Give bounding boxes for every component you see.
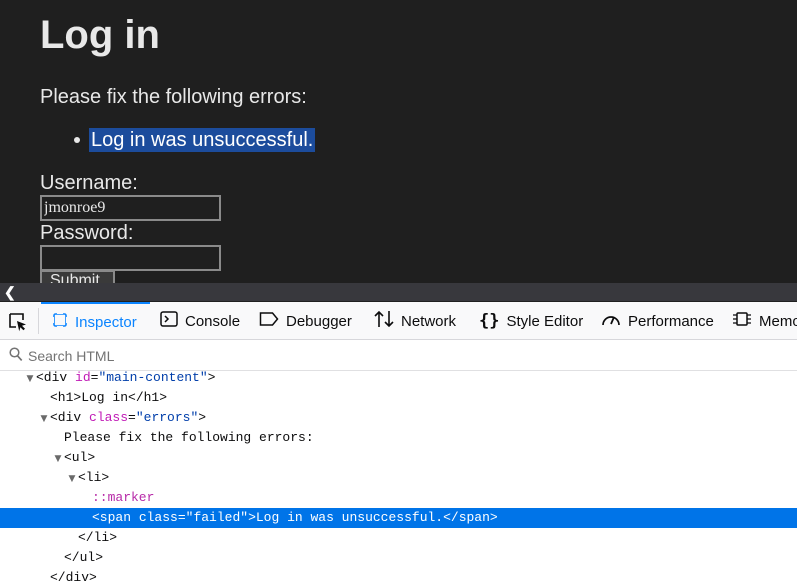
tab-network[interactable]: Network [374,302,456,340]
error-intro-text: Please fix the following errors: [40,86,307,108]
tab-label: Inspector [75,313,137,331]
submit-button[interactable]: Submit [40,270,115,283]
expand-toggle-icon[interactable]: ▼ [38,409,50,429]
style-editor-icon: {} [479,311,500,331]
markup-node-row[interactable]: </ul> [0,548,797,568]
toolbar-separator [38,308,39,334]
tab-memory[interactable]: Memo [732,302,797,340]
expand-toggle-icon[interactable]: ▼ [66,469,78,489]
markup-node-text: </div> [50,570,97,585]
markup-node-text: <span class="failed">Log in was unsucces… [92,510,498,525]
console-icon [160,311,178,331]
markup-node-row[interactable]: ▼ <ul> [0,448,797,468]
tab-label: Debugger [286,312,352,330]
markup-node-row[interactable]: ::marker [0,488,797,508]
tab-label: Console [185,312,241,330]
markup-node-row[interactable]: ▼ <li> [0,468,797,488]
search-html-bar [0,340,797,371]
search-icon [9,347,23,367]
markup-view: ▼ <div id="main-content"> <h1>Log in</h1> ▼… [0,371,797,588]
password-label: Password: [40,222,134,244]
markup-node-row[interactable]: </div> [0,568,797,588]
markup-node-text: <div id="main-content"> [36,371,216,385]
tab-label: Style Editor [506,312,584,330]
username-label: Username: [40,172,138,194]
markup-node-row[interactable]: Please fix the following errors: [0,428,797,448]
page-title: Log in [40,13,160,57]
error-message: Log in was unsuccessful. [89,128,316,152]
password-input[interactable] [40,245,221,271]
inspector-icon [52,312,68,332]
expand-toggle-icon[interactable]: ▼ [52,449,64,469]
search-html-input[interactable] [28,346,768,366]
list-bullet [74,137,80,143]
username-input[interactable] [40,195,221,221]
markup-node-row[interactable]: </li> [0,528,797,548]
markup-node-text: Please fix the following errors: [64,430,314,445]
markup-node-text: <ul> [64,450,96,465]
network-icon [374,310,394,332]
debugger-icon [259,311,279,331]
markup-node-text: <h1>Log in</h1> [50,390,168,405]
markup-node-row[interactable]: ▼ <div class="errors"> [0,408,797,428]
memory-icon [732,310,752,332]
tab-label: Memo [759,312,797,330]
tab-inspector[interactable]: Inspector [41,302,150,340]
tab-label: Network [401,312,457,330]
markup-node-row[interactable]: <span class="failed">Log in was unsucces… [0,508,797,528]
expand-toggle-icon[interactable]: ▼ [24,371,36,389]
tab-label: Performance [628,312,714,330]
markup-node-text: </ul> [64,550,104,565]
tab-performance[interactable]: Performance [601,302,714,340]
markup-node-text: ::marker [92,490,155,505]
tab-debugger[interactable]: Debugger [259,302,352,340]
tab-console[interactable]: Console [160,302,240,340]
devtools-toolbar: Inspector Console Debugger Network {} St… [0,302,797,340]
page-viewport: Log in Please fix the following errors: … [0,0,797,283]
markup-node-text: <li> [78,470,110,485]
performance-icon [601,310,621,332]
markup-node-row[interactable]: ▼ <div id="main-content"> [0,371,797,388]
collapse-arrow-icon[interactable]: ❮ [4,285,16,300]
markup-node-text: <div class="errors"> [50,410,207,425]
markup-node-row[interactable]: <h1>Log in</h1> [0,388,797,408]
element-picker-icon[interactable] [8,312,28,332]
markup-node-text: </li> [78,530,118,545]
devtools-collapse-bar: ❮ [0,283,797,302]
tab-style-editor[interactable]: {} Style Editor [479,302,583,340]
